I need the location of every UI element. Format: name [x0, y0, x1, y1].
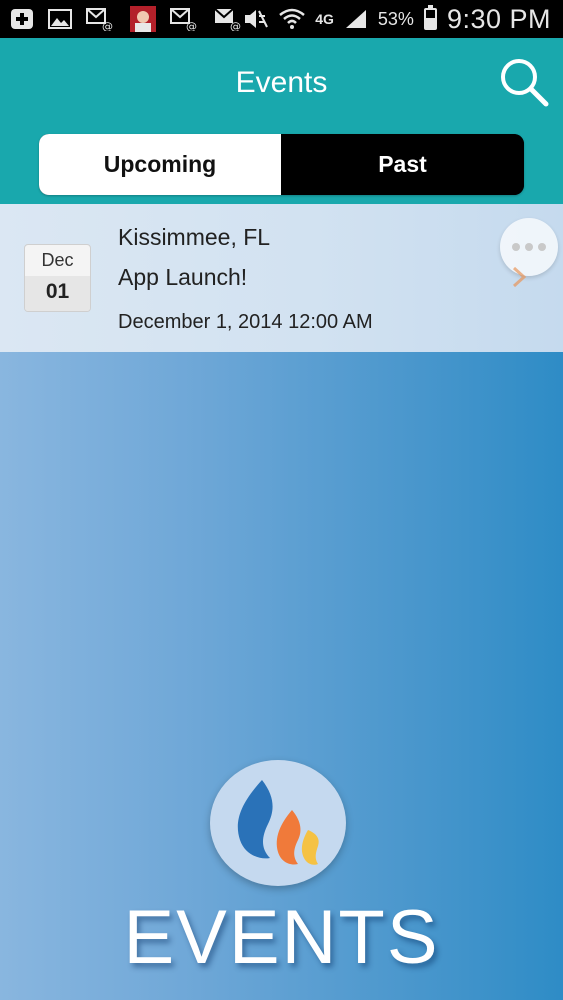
list-item[interactable]: Dec 01 Kissimmee, FL App Launch! Decembe…: [0, 204, 563, 352]
network-label: 4G: [315, 11, 334, 27]
event-tabs: Upcoming Past: [39, 134, 524, 195]
wifi-icon: [279, 6, 306, 32]
date-day: 01: [45, 280, 70, 303]
event-list: Dec 01 Kissimmee, FL App Launch! Decembe…: [0, 204, 563, 1000]
page-title: Events: [235, 66, 328, 99]
tab-upcoming[interactable]: Upcoming: [39, 134, 281, 195]
logo-text: EVENTS: [123, 895, 440, 980]
battery-percent: 53%: [377, 8, 414, 29]
app-header: Events Upcoming Past: [0, 38, 563, 204]
battery-icon: [423, 5, 437, 30]
gallery-icon: [48, 6, 72, 32]
add-icon: [10, 6, 34, 32]
email-icon: @: [214, 6, 244, 32]
svg-text:@: @: [186, 20, 197, 31]
svg-text:@: @: [230, 20, 241, 31]
tab-past[interactable]: Past: [281, 134, 524, 195]
email-icon: @: [86, 6, 116, 32]
status-bar: @ @ @ 4G 53% 9:30 PM: [0, 0, 563, 38]
clock: 9:30 PM: [446, 3, 551, 34]
date-badge: Dec 01: [24, 244, 91, 312]
date-month: Dec: [41, 250, 74, 270]
app-icon: [130, 6, 156, 32]
svg-text:@: @: [102, 20, 113, 31]
search-button[interactable]: [498, 56, 550, 108]
event-name: App Launch!: [118, 264, 248, 290]
mute-icon: [243, 6, 269, 32]
search-icon: [501, 59, 549, 107]
flame-icon: [237, 780, 319, 865]
signal-icon: [344, 6, 368, 32]
event-location: Kissimmee, FL: [118, 224, 271, 250]
event-datetime: December 1, 2014 12:00 AM: [118, 311, 373, 333]
app-logo: [210, 760, 346, 886]
email-icon: @: [170, 6, 200, 32]
more-icon: [512, 243, 520, 251]
chevron-right-icon[interactable]: [508, 264, 530, 295]
